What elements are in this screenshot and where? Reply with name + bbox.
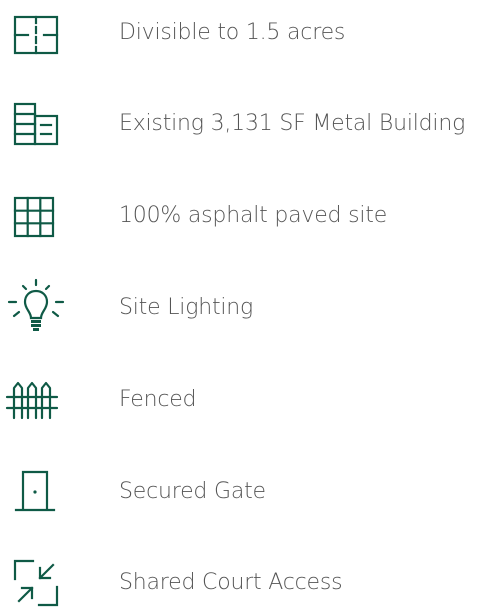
door-icon [2, 462, 74, 522]
fence-icon [2, 370, 74, 430]
feature-list: Divisible to 1.5 acres Existing 3,131 SF… [0, 0, 492, 616]
feature-label-divisible: Divisible to 1.5 acres [119, 20, 346, 45]
feature-item-divisible: Divisible to 1.5 acres [0, 3, 492, 63]
divided-lot-icon [2, 3, 74, 63]
feature-item-building: Existing 3,131 SF Metal Building [0, 94, 492, 154]
feature-label-lighting: Site Lighting [119, 295, 254, 320]
access-arrows-icon [2, 553, 74, 613]
feature-label-building: Existing 3,131 SF Metal Building [119, 111, 466, 136]
light-bulb-icon [2, 278, 74, 338]
paving-grid-icon [2, 186, 74, 246]
building-icon [2, 94, 74, 154]
feature-item-lighting: Site Lighting [0, 278, 492, 338]
feature-item-paved: 100% asphalt paved site [0, 186, 492, 246]
feature-label-gate: Secured Gate [119, 479, 266, 504]
feature-item-gate: Secured Gate [0, 462, 492, 522]
feature-label-paved: 100% asphalt paved site [119, 203, 388, 228]
feature-item-fenced: Fenced [0, 370, 492, 430]
feature-label-access: Shared Court Access [119, 570, 343, 595]
feature-item-access: Shared Court Access [0, 553, 492, 613]
feature-label-fenced: Fenced [119, 387, 197, 412]
